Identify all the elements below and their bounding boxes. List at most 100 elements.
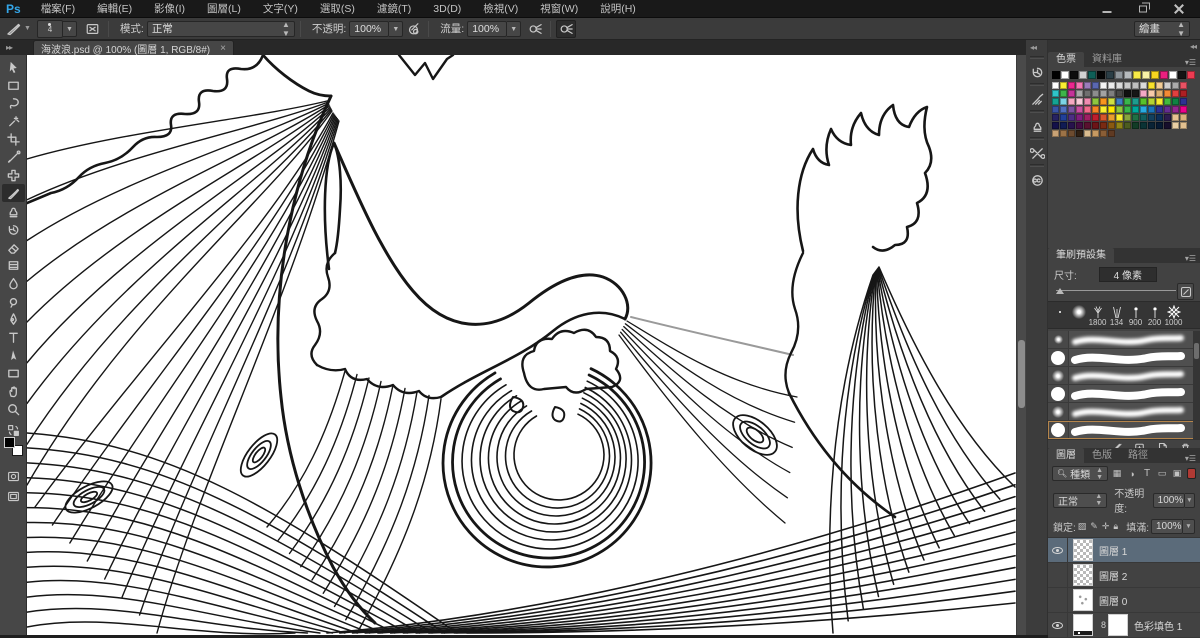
layer-thumbnail[interactable] xyxy=(1073,539,1093,561)
tool-preset-picker[interactable] xyxy=(4,20,24,38)
swatch[interactable] xyxy=(1092,130,1099,137)
tab-layers[interactable]: 圖層 xyxy=(1048,448,1084,463)
history-panel-icon[interactable] xyxy=(1026,61,1048,83)
menu-6[interactable]: 濾鏡(T) xyxy=(366,0,422,18)
tool-gradient[interactable] xyxy=(2,256,25,274)
lock-all-icon[interactable]: 🔒︎ xyxy=(1113,521,1118,532)
tool-history-brush[interactable] xyxy=(2,220,25,238)
swatch[interactable] xyxy=(1115,71,1123,79)
swatch[interactable] xyxy=(1140,98,1147,105)
swatch[interactable] xyxy=(1172,114,1179,121)
brush-preset-row[interactable] xyxy=(1048,331,1200,349)
swatch[interactable] xyxy=(1076,90,1083,97)
brush-picker-arrow[interactable]: ▼ xyxy=(63,21,77,37)
swatch[interactable] xyxy=(1180,98,1187,105)
swatch[interactable] xyxy=(1132,82,1139,89)
dock-collapse-icon[interactable]: ◂◂ xyxy=(1030,43,1036,52)
swatch[interactable] xyxy=(1164,114,1171,121)
adjustment-filter-icon[interactable]: ◑ xyxy=(1126,469,1138,479)
swatch[interactable] xyxy=(1164,90,1171,97)
swatch[interactable] xyxy=(1108,106,1115,113)
swatch[interactable] xyxy=(1140,82,1147,89)
swatch[interactable] xyxy=(1092,106,1099,113)
swatch[interactable] xyxy=(1132,90,1139,97)
panel-menu-icon[interactable]: ▾☰ xyxy=(1185,452,1200,463)
layer-row-2[interactable]: 圖層 0 xyxy=(1048,588,1200,613)
lock-paint-icon[interactable]: ✎ xyxy=(1090,521,1098,532)
brush-tip-1800[interactable]: 1800 xyxy=(1088,304,1107,327)
tab-brush-presets[interactable]: 筆刷預設集 xyxy=(1048,248,1114,263)
close-button[interactable] xyxy=(1164,2,1194,16)
brush-preset-row[interactable] xyxy=(1048,349,1200,367)
menu-7[interactable]: 3D(D) xyxy=(422,0,472,18)
layer-row-1[interactable]: 圖層 2 xyxy=(1048,563,1200,588)
swatch[interactable] xyxy=(1108,98,1115,105)
swatch[interactable] xyxy=(1068,122,1075,129)
brush-settings-panel-icon[interactable] xyxy=(1026,88,1048,110)
toolbar-collapse-icon[interactable]: ▸▸ xyxy=(6,43,12,52)
swatch[interactable] xyxy=(1060,106,1067,113)
swatch[interactable] xyxy=(1068,82,1075,89)
menu-2[interactable]: 影像(I) xyxy=(143,0,196,18)
swatch[interactable] xyxy=(1172,82,1179,89)
swatch[interactable] xyxy=(1084,130,1091,137)
tool-healing-brush[interactable] xyxy=(2,166,25,184)
menu-1[interactable]: 編輯(E) xyxy=(86,0,143,18)
minimize-button[interactable] xyxy=(1092,2,1122,16)
swatch[interactable] xyxy=(1084,90,1091,97)
opacity-input[interactable]: 100% xyxy=(349,21,389,37)
swatch[interactable] xyxy=(1116,98,1123,105)
swatch[interactable] xyxy=(1076,122,1083,129)
tool-magic-wand[interactable] xyxy=(2,112,25,130)
panel-menu-icon[interactable]: ▾☰ xyxy=(1185,252,1200,263)
swatch[interactable] xyxy=(1148,106,1155,113)
type-filter-icon[interactable]: T xyxy=(1141,468,1153,479)
swatch[interactable] xyxy=(1060,90,1067,97)
document-tab[interactable]: 海波浪.psd @ 100% (圖層 1, RGB/8#) × xyxy=(33,40,234,55)
menu-8[interactable]: 檢視(V) xyxy=(472,0,529,18)
swatch[interactable] xyxy=(1132,106,1139,113)
swatch[interactable] xyxy=(1124,71,1132,79)
brush-preset-row[interactable] xyxy=(1048,367,1200,385)
swatch[interactable] xyxy=(1052,130,1059,137)
swatch[interactable] xyxy=(1116,90,1123,97)
swatch[interactable] xyxy=(1148,82,1155,89)
tool-zoom[interactable] xyxy=(2,400,25,418)
quick-mask-button[interactable] xyxy=(2,467,25,485)
smartobject-filter-icon[interactable]: ▣ xyxy=(1171,468,1183,479)
toggle-brush-panel-button[interactable] xyxy=(83,20,103,38)
opacity-drop[interactable]: ▼ xyxy=(1185,493,1195,508)
brush-tip-200[interactable]: 200 xyxy=(1145,304,1164,327)
tool-path-select[interactable] xyxy=(2,346,25,364)
layer-filter-kind[interactable]: 🔍︎ 種類 ▲▼ xyxy=(1052,466,1108,481)
swatch[interactable] xyxy=(1052,98,1059,105)
swatch[interactable] xyxy=(1076,98,1083,105)
swatch[interactable] xyxy=(1140,106,1147,113)
screen-mode-button[interactable] xyxy=(2,487,25,505)
tool-eraser[interactable] xyxy=(2,238,25,256)
swatch[interactable] xyxy=(1084,122,1091,129)
menu-4[interactable]: 文字(Y) xyxy=(252,0,309,18)
swatch[interactable] xyxy=(1140,122,1147,129)
swatch[interactable] xyxy=(1187,71,1195,79)
tab-swatches[interactable]: 色票 xyxy=(1048,52,1084,67)
layer-thumbnail[interactable] xyxy=(1073,564,1093,586)
swatch[interactable] xyxy=(1156,90,1163,97)
layer-row-3[interactable]: 8色彩填色 1 xyxy=(1048,613,1200,638)
swatch[interactable] xyxy=(1052,114,1059,121)
tool-presets-panel-icon[interactable] xyxy=(1026,142,1048,164)
brush-tip-134[interactable]: 134 xyxy=(1107,304,1126,327)
tool-dodge[interactable] xyxy=(2,292,25,310)
brush-tip-dot[interactable] xyxy=(1050,304,1069,319)
swatch[interactable] xyxy=(1164,98,1171,105)
visibility-empty[interactable] xyxy=(1048,563,1068,588)
clone-source-panel-icon[interactable] xyxy=(1026,115,1048,137)
swatch[interactable] xyxy=(1052,90,1059,97)
fill-drop[interactable]: ▼ xyxy=(1183,519,1195,534)
swatch[interactable] xyxy=(1172,98,1179,105)
swatch[interactable] xyxy=(1156,106,1163,113)
swatch[interactable] xyxy=(1180,82,1187,89)
layer-row-0[interactable]: 圖層 1 xyxy=(1048,538,1200,563)
swatch[interactable] xyxy=(1108,114,1115,121)
swatch[interactable] xyxy=(1060,114,1067,121)
